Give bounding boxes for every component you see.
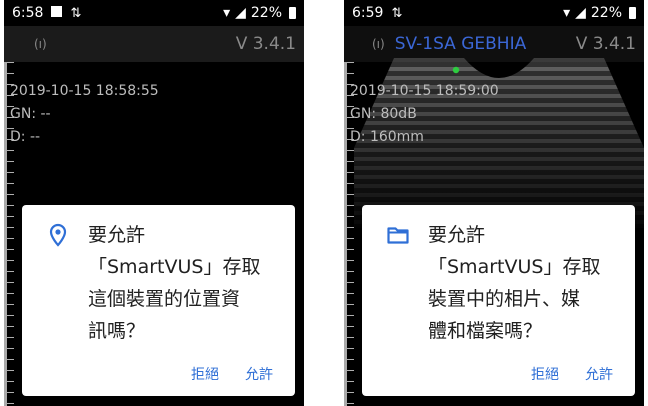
- cell-signal-icon: ◢: [235, 5, 246, 21]
- wifi-connection-icon[interactable]: (ı): [34, 37, 47, 51]
- dialog-actions: 拒絕 允許: [191, 364, 273, 384]
- cell-signal-icon: ◢: [575, 5, 586, 21]
- device-name: SV-1SA GEBHIA: [394, 34, 527, 54]
- allow-button[interactable]: 允許: [585, 364, 613, 384]
- dialog-line-1: 要允許: [428, 224, 486, 246]
- scan-depth: D: 160mm: [350, 129, 424, 145]
- scan-gain: GN: --: [10, 106, 51, 122]
- folder-icon: [387, 227, 409, 244]
- phone-screen-right: 6:59 ⇅ ▾ ◢ 22% (ı) SV-1SA GEBHIA V 3.4.1…: [344, 0, 644, 406]
- dialog-actions: 拒絕 允許: [531, 364, 613, 384]
- permission-dialog-storage: 要允許 「SmartVUS」存取 裝置中的相片、媒 體和檔案嗎？ 拒絕 允許: [362, 205, 635, 396]
- dialog-line-3: 裝置中的相片、媒: [428, 288, 581, 310]
- dialog-line-2: 「SmartVUS」存取: [428, 256, 601, 278]
- location-pin-icon: [49, 223, 67, 247]
- battery-icon: [629, 7, 636, 19]
- wifi-status-icon: ▾: [563, 5, 571, 21]
- dialog-message: 要允許 「SmartVUS」存取 這個裝置的位置資 訊嗎？: [88, 219, 284, 347]
- dialog-message: 要允許 「SmartVUS」存取 裝置中的相片、媒 體和檔案嗎？: [428, 219, 624, 347]
- scan-gain: GN: 80dB: [350, 106, 417, 122]
- wifi-status-icon: ▾: [223, 5, 231, 21]
- probe-indicator: [452, 66, 460, 74]
- permission-dialog-location: 要允許 「SmartVUS」存取 這個裝置的位置資 訊嗎？ 拒絕 允許: [22, 205, 295, 396]
- status-bar: 6:58 ⇅ ▾ ◢ 22%: [4, 0, 304, 26]
- depth-ruler-bar: [4, 62, 7, 406]
- battery-level: 22%: [590, 5, 622, 21]
- scan-info: 2019-10-15 18:58:55 GN: -- D: --: [10, 80, 159, 149]
- deny-button[interactable]: 拒絕: [531, 364, 559, 384]
- notification-icon: [51, 5, 63, 21]
- depth-ruler-bar: [344, 62, 347, 406]
- battery-icon: [289, 7, 296, 19]
- allow-button[interactable]: 允許: [245, 364, 273, 384]
- usb-icon: ⇅: [391, 5, 403, 21]
- wifi-connection-icon[interactable]: (ı): [372, 37, 385, 51]
- app-version: V 3.4.1: [235, 34, 296, 54]
- app-header: (ı) SV-1SA GEBHIA V 3.4.1: [344, 26, 644, 62]
- scan-info: 2019-10-15 18:59:00 GN: 80dB D: 160mm: [350, 80, 499, 149]
- status-time: 6:58: [12, 5, 44, 21]
- app-header: (ı) V 3.4.1: [4, 26, 304, 62]
- scan-datetime: 2019-10-15 18:59:00: [350, 83, 499, 99]
- dialog-line-3: 這個裝置的位置資: [88, 288, 241, 310]
- dialog-line-4: 訊嗎？: [88, 320, 146, 342]
- status-bar: 6:59 ⇅ ▾ ◢ 22%: [344, 0, 644, 26]
- deny-button[interactable]: 拒絕: [191, 364, 219, 384]
- battery-level: 22%: [250, 5, 282, 21]
- scan-depth: D: --: [10, 129, 41, 145]
- dialog-line-2: 「SmartVUS」存取: [88, 256, 261, 278]
- dialog-line-1: 要允許: [88, 224, 146, 246]
- usb-icon: ⇅: [70, 5, 82, 21]
- scan-datetime: 2019-10-15 18:58:55: [10, 83, 159, 99]
- dialog-line-4: 體和檔案嗎？: [428, 320, 543, 342]
- phone-screen-left: 6:58 ⇅ ▾ ◢ 22% (ı) V 3.4.1 2019-10-15 18…: [4, 0, 304, 406]
- app-version: V 3.4.1: [575, 34, 636, 54]
- status-time: 6:59: [352, 5, 384, 21]
